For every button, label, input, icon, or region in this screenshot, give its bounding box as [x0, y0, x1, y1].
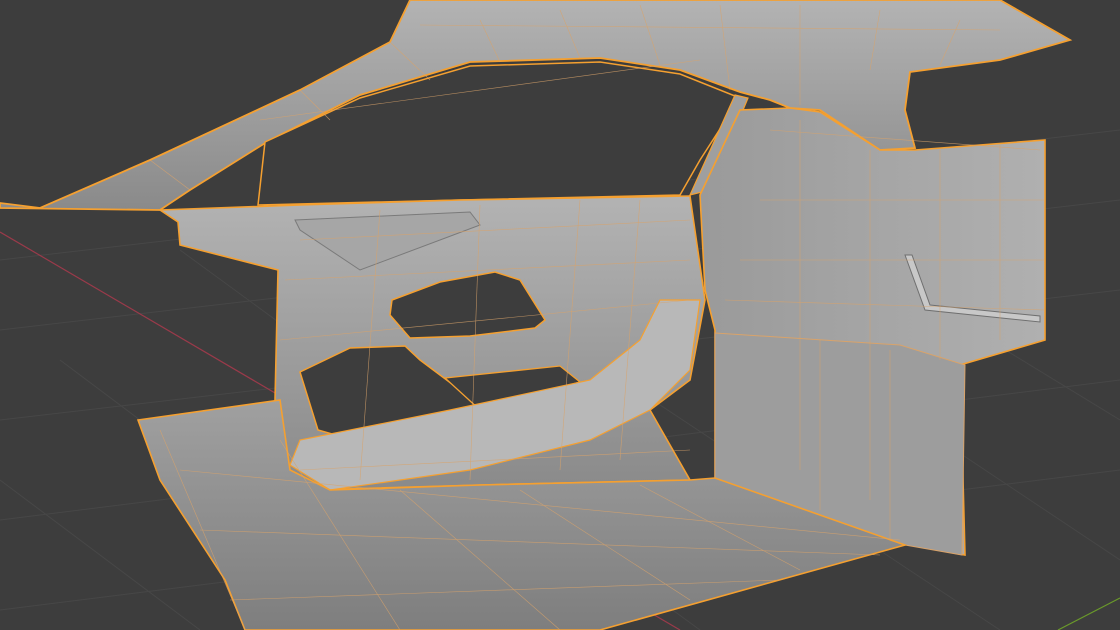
y-axis-line — [1057, 597, 1120, 630]
3d-viewport[interactable] — [0, 0, 1120, 630]
car-interior-mesh[interactable] — [0, 0, 1073, 630]
